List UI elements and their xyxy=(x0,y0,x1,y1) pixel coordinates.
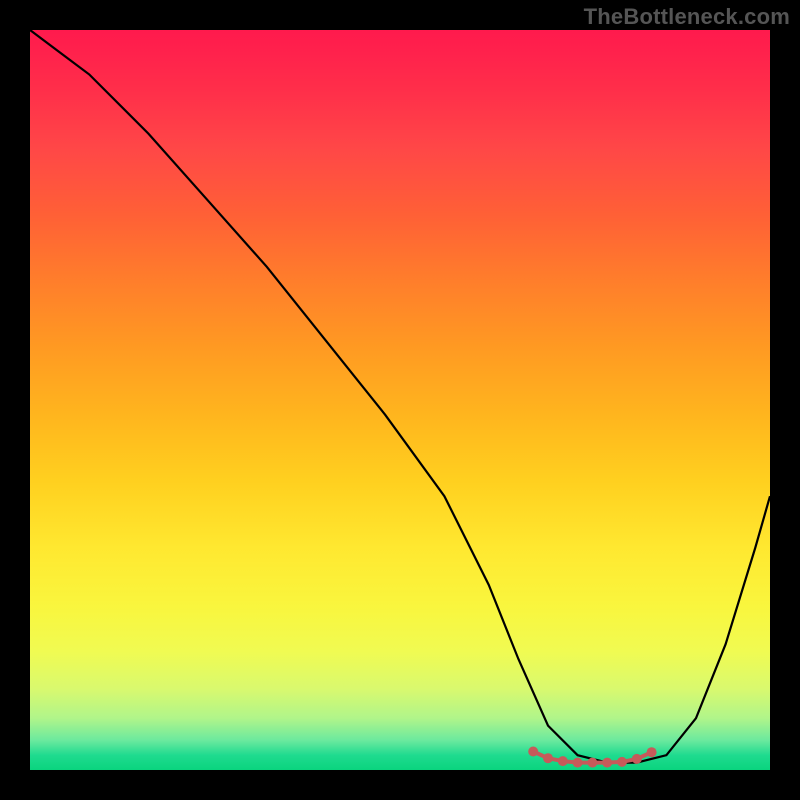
optimal-marker xyxy=(528,747,538,757)
chart-svg xyxy=(30,30,770,770)
optimal-marker xyxy=(647,747,657,757)
watermark-text: TheBottleneck.com xyxy=(584,4,790,30)
optimal-marker xyxy=(543,753,553,763)
optimal-marker xyxy=(632,754,642,764)
optimal-marker xyxy=(617,757,627,767)
optimal-marker xyxy=(587,758,597,768)
optimal-marker xyxy=(573,758,583,768)
plot-area xyxy=(30,30,770,770)
bottleneck-curve xyxy=(30,30,770,763)
optimal-marker xyxy=(558,756,568,766)
optimal-marker xyxy=(602,758,612,768)
chart-frame: TheBottleneck.com xyxy=(0,0,800,800)
optimal-range-markers xyxy=(528,747,656,768)
